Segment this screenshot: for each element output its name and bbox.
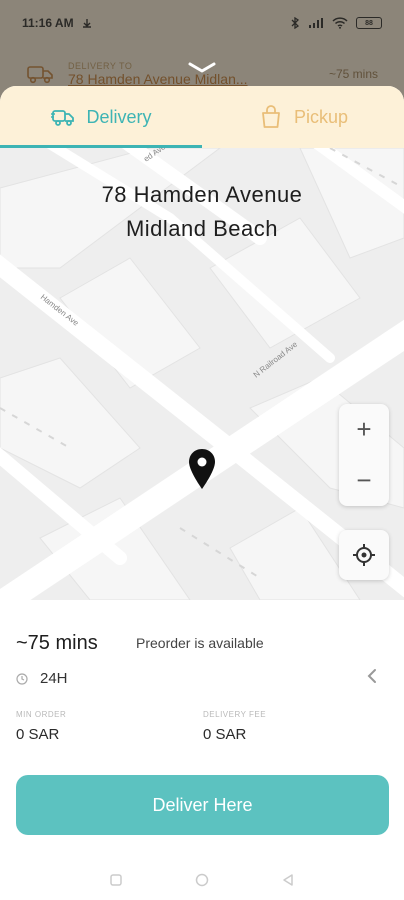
zoom-in-button[interactable]: + — [339, 404, 389, 455]
crosshair-icon — [353, 544, 375, 566]
hours-text: 24H — [40, 670, 68, 687]
previous-address: 78 Hamden Avenue Midlan... — [68, 71, 248, 87]
delivery-fee-value: 0 SAR — [203, 726, 247, 743]
hours-row: 24H — [16, 670, 68, 687]
eta-text: ~75 mins — [16, 632, 98, 654]
status-time-group: 11:16 AM — [22, 16, 92, 30]
my-location-button[interactable] — [339, 530, 389, 580]
tab-delivery[interactable]: Delivery — [0, 86, 202, 148]
mode-tabs: Delivery Pickup — [0, 86, 404, 148]
chevron-left-icon[interactable] — [365, 666, 379, 686]
map-address: 78 Hamden Avenue Midland Beach — [0, 178, 404, 246]
min-order-value: 0 SAR — [16, 726, 60, 743]
recent-apps-icon[interactable] — [108, 872, 124, 888]
min-order-label: MIN ORDER — [16, 710, 67, 719]
delivery-fee-label: DELIVERY FEE — [203, 710, 267, 719]
signal-icon — [309, 18, 323, 28]
address-line-2: Midland Beach — [125, 216, 279, 241]
tab-delivery-label: Delivery — [86, 106, 152, 127]
location-pin-icon[interactable] — [187, 448, 217, 490]
battery-icon: 88 — [356, 17, 382, 29]
delivery-info-panel: ~75 mins Preorder is available 24H MIN O… — [0, 600, 404, 900]
address-line-1: 78 Hamden Avenue — [101, 182, 303, 207]
map-view[interactable]: Hamden Ave N Railroad Ave ed Ave 78 Hamd… — [0, 148, 404, 600]
clock-icon — [16, 672, 28, 685]
download-icon — [82, 19, 91, 28]
preorder-text: Preorder is available — [136, 635, 264, 651]
sheet-handle-chevron-icon[interactable] — [187, 60, 217, 74]
battery-level: 88 — [365, 19, 373, 27]
previous-address-group: DELIVERY TO 78 Hamden Avenue Midlan... — [68, 61, 248, 87]
truck-icon — [27, 66, 53, 84]
system-nav-bar — [0, 860, 404, 900]
bag-icon — [262, 105, 280, 128]
delivery-to-label: DELIVERY TO — [68, 61, 133, 71]
tab-pickup[interactable]: Pickup — [202, 86, 404, 148]
previous-eta: ~75 mins — [328, 67, 378, 81]
zoom-out-button[interactable]: − — [339, 455, 389, 506]
deliver-here-button[interactable]: Deliver Here — [16, 775, 389, 835]
wifi-icon — [332, 17, 348, 29]
status-icons: 88 — [290, 17, 382, 29]
back-icon[interactable] — [280, 872, 296, 888]
home-icon[interactable] — [194, 872, 210, 888]
tab-pickup-label: Pickup — [293, 106, 349, 127]
bluetooth-icon — [291, 17, 300, 29]
status-bar: 11:16 AM 88 — [0, 0, 404, 46]
truck-icon — [51, 110, 75, 126]
zoom-controls: + − — [339, 404, 389, 506]
delivery-sheet: Delivery Pickup Hamden Ave N Railroad Av… — [0, 86, 404, 900]
status-time: 11:16 AM — [22, 16, 74, 30]
